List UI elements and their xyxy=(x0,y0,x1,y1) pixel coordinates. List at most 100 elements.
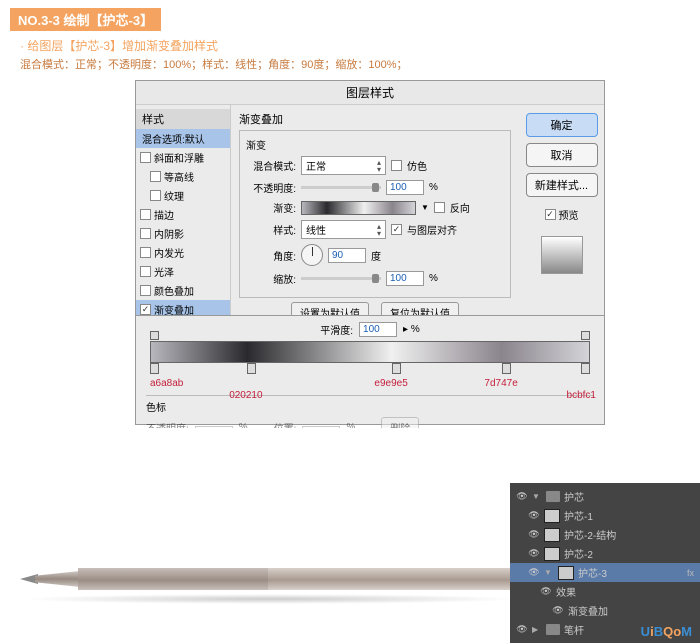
align-checkbox[interactable] xyxy=(391,224,402,235)
tutorial-subtitle: · 给图层【护芯-3】增加渐变叠加样式 xyxy=(20,37,690,54)
dither-checkbox[interactable] xyxy=(391,160,402,171)
color-section-label: 色标 xyxy=(146,403,166,414)
eye-icon[interactable]: 👁 xyxy=(540,586,552,598)
layer-thumb-icon xyxy=(558,566,574,580)
new-style-button[interactable]: 新建样式... xyxy=(526,173,598,197)
style-bevel[interactable]: 斜面和浮雕 xyxy=(136,148,230,167)
scale-input[interactable]: 100 xyxy=(386,271,424,286)
angle-dial[interactable] xyxy=(301,244,323,266)
layer-effect-gradient[interactable]: 👁渐变叠加 xyxy=(510,601,700,620)
style-texture[interactable]: 纹理 xyxy=(136,186,230,205)
checkbox-icon[interactable] xyxy=(150,190,161,201)
style-color-overlay[interactable]: 颜色叠加 xyxy=(136,281,230,300)
gradient-ramp[interactable]: a6a8ab 020210 e9e9e5 7d747e bcbfc1 xyxy=(150,341,590,363)
eye-icon[interactable]: 👁 xyxy=(516,491,528,503)
style-label: 样式: xyxy=(246,222,296,237)
chevron-down-icon[interactable]: ▼ xyxy=(532,492,542,501)
scale-slider[interactable] xyxy=(301,277,381,280)
style-inner-glow[interactable]: 内发光 xyxy=(136,243,230,262)
angle-label: 角度: xyxy=(246,248,296,263)
eye-icon[interactable]: 👁 xyxy=(516,624,528,636)
settings-panel: 渐变叠加 渐变 混合模式: 正常▴▾ 仿色 不透明度: 100 % 渐变: xyxy=(231,105,519,334)
cancel-button[interactable]: 取消 xyxy=(526,143,598,167)
layers-panel: 👁▼护芯 👁护芯-1 👁护芯-2-结构 👁护芯-2 👁▼护芯-3fx 👁效果 👁… xyxy=(510,483,700,643)
color-stop[interactable] xyxy=(392,363,401,374)
preview-swatch xyxy=(541,236,583,274)
dialog-buttons: 确定 取消 新建样式... 预览 xyxy=(519,105,604,334)
layer-item[interactable]: 👁护芯-1 xyxy=(510,506,700,525)
checkbox-icon[interactable] xyxy=(140,228,151,239)
opacity-stop[interactable] xyxy=(150,331,159,340)
dialog-title: 图层样式 xyxy=(136,81,604,105)
stop-hex: e9e9e5 xyxy=(374,378,407,389)
checkbox-icon[interactable] xyxy=(140,209,151,220)
preview-label: 预览 xyxy=(559,207,579,222)
blend-default[interactable]: 混合选项:默认 xyxy=(136,129,230,148)
checkbox-icon[interactable] xyxy=(140,266,151,277)
checkbox-icon[interactable] xyxy=(140,152,151,163)
stop-hex: 020210 xyxy=(229,390,262,401)
tutorial-params: 混合模式：正常；不透明度：100%；样式：线性；角度：90度；缩放：100%； xyxy=(20,56,690,72)
stop-hex: a6a8ab xyxy=(150,378,183,389)
checkbox-icon[interactable] xyxy=(150,171,161,182)
eye-icon[interactable]: 👁 xyxy=(528,567,540,579)
degree-label: 度 xyxy=(371,248,381,263)
color-stop[interactable] xyxy=(247,363,256,374)
chevron-right-icon[interactable]: ▶ xyxy=(532,625,542,634)
eye-icon[interactable]: 👁 xyxy=(528,529,540,541)
pencil-artwork xyxy=(20,568,520,590)
style-inner-shadow[interactable]: 内阴影 xyxy=(136,224,230,243)
color-stop[interactable] xyxy=(502,363,511,374)
chevron-down-icon[interactable]: ▼ xyxy=(421,203,429,212)
ok-button[interactable]: 确定 xyxy=(526,113,598,137)
blend-mode-select[interactable]: 正常▴▾ xyxy=(301,156,386,175)
chevron-down-icon[interactable]: ▼ xyxy=(544,568,554,577)
gradient-editor: 平滑度: 100 ▸ % a6a8ab 020210 e9e9e5 7d747e… xyxy=(135,315,605,425)
folder-icon xyxy=(546,491,560,502)
opacity-label: 不透明度: xyxy=(246,180,296,195)
stop-hex: bcbfc1 xyxy=(567,390,596,401)
layer-thumb-icon xyxy=(544,547,560,561)
layer-item-selected[interactable]: 👁▼护芯-3fx xyxy=(510,563,700,582)
style-satin[interactable]: 光泽 xyxy=(136,262,230,281)
blend-mode-label: 混合模式: xyxy=(246,158,296,173)
color-stop[interactable] xyxy=(150,363,159,374)
checkbox-icon[interactable] xyxy=(140,304,151,315)
layer-thumb-icon xyxy=(544,528,560,542)
checkbox-icon[interactable] xyxy=(140,285,151,296)
angle-input[interactable]: 90 xyxy=(328,248,366,263)
subgroup-title: 渐变 xyxy=(246,137,504,152)
eye-icon[interactable]: 👁 xyxy=(528,548,540,560)
gradient-label: 渐变: xyxy=(246,200,296,215)
layer-item[interactable]: 👁护芯-2 xyxy=(510,544,700,563)
gradient-preview[interactable] xyxy=(301,201,416,215)
preview-checkbox[interactable] xyxy=(545,209,556,220)
folder-icon xyxy=(546,624,560,635)
smoothness-label: 平滑度: xyxy=(320,322,353,337)
reverse-label: 反向 xyxy=(450,200,470,215)
layer-group[interactable]: 👁▼护芯 xyxy=(510,487,700,506)
percent-label: % xyxy=(429,273,438,284)
fx-badge[interactable]: fx xyxy=(687,568,694,578)
layer-effects[interactable]: 👁效果 xyxy=(510,582,700,601)
percent-label: % xyxy=(429,182,438,193)
checkbox-icon[interactable] xyxy=(140,247,151,258)
chevron-updown-icon: ▴▾ xyxy=(377,159,381,173)
eye-icon[interactable]: 👁 xyxy=(528,510,540,522)
align-label: 与图层对齐 xyxy=(407,222,457,237)
layer-thumb-icon xyxy=(544,509,560,523)
opacity-stop[interactable] xyxy=(581,331,590,340)
watermark: UiBQoM xyxy=(641,624,692,639)
reverse-checkbox[interactable] xyxy=(434,202,445,213)
color-stop[interactable] xyxy=(581,363,590,374)
opacity-input[interactable]: 100 xyxy=(386,180,424,195)
chevron-updown-icon: ▴▾ xyxy=(377,223,381,237)
opacity-slider[interactable] xyxy=(301,186,381,189)
layer-item[interactable]: 👁护芯-2-结构 xyxy=(510,525,700,544)
smoothness-input[interactable]: 100 xyxy=(359,322,397,337)
style-select[interactable]: 线性▴▾ xyxy=(301,220,386,239)
style-contour[interactable]: 等高线 xyxy=(136,167,230,186)
eye-icon[interactable]: 👁 xyxy=(552,605,564,617)
style-stroke[interactable]: 描边 xyxy=(136,205,230,224)
scale-label: 缩放: xyxy=(246,271,296,286)
